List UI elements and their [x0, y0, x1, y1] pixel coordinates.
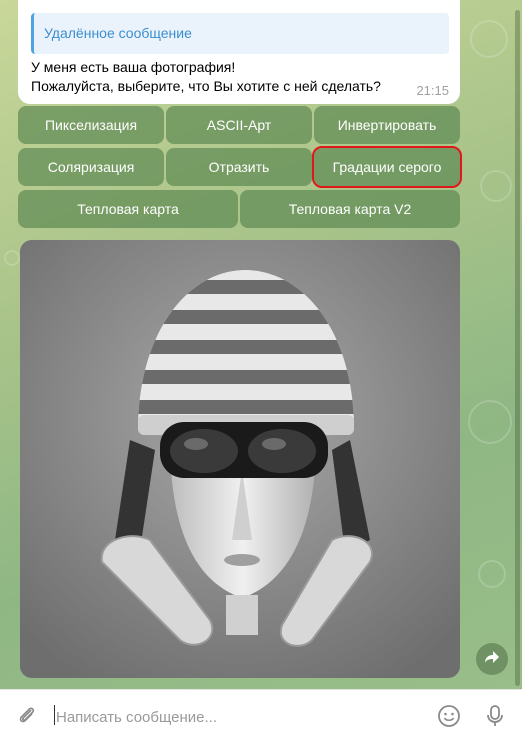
ascii-art-button[interactable]: ASCII-Арт: [166, 106, 312, 144]
composer-bar: [0, 689, 522, 741]
heatmap-v2-button[interactable]: Тепловая карта V2: [240, 190, 460, 228]
reply-preview[interactable]: Удалённое сообщение: [31, 13, 449, 54]
photo-message[interactable]: [20, 240, 460, 678]
message-input[interactable]: [54, 704, 418, 730]
text-caret: [54, 705, 55, 725]
message-text: У меня есть ваша фотография! Пожалуйста,…: [31, 59, 381, 94]
mirror-button[interactable]: Отразить: [166, 148, 312, 186]
reply-title: Удалённое сообщение: [44, 25, 192, 41]
heatmap-button[interactable]: Тепловая карта: [18, 190, 238, 228]
smile-icon[interactable]: [436, 703, 462, 729]
paperclip-icon[interactable]: [14, 703, 40, 729]
forward-button[interactable]: [476, 643, 508, 675]
message-bubble: Удалённое сообщение У меня есть ваша фот…: [18, 0, 460, 104]
microphone-icon[interactable]: [482, 703, 508, 729]
message-time: 21:15: [416, 83, 449, 98]
chat-scrollbar[interactable]: [515, 10, 520, 686]
solarize-button[interactable]: Соляризация: [18, 148, 164, 186]
chat-background: Удалённое сообщение У меня есть ваша фот…: [0, 0, 522, 689]
invert-button[interactable]: Инвертировать: [314, 106, 460, 144]
pixelate-button[interactable]: Пикселизация: [18, 106, 164, 144]
mask-photo-image: [20, 240, 460, 678]
forward-arrow-icon: [484, 650, 500, 669]
grayscale-button[interactable]: Градации серого: [312, 146, 462, 188]
